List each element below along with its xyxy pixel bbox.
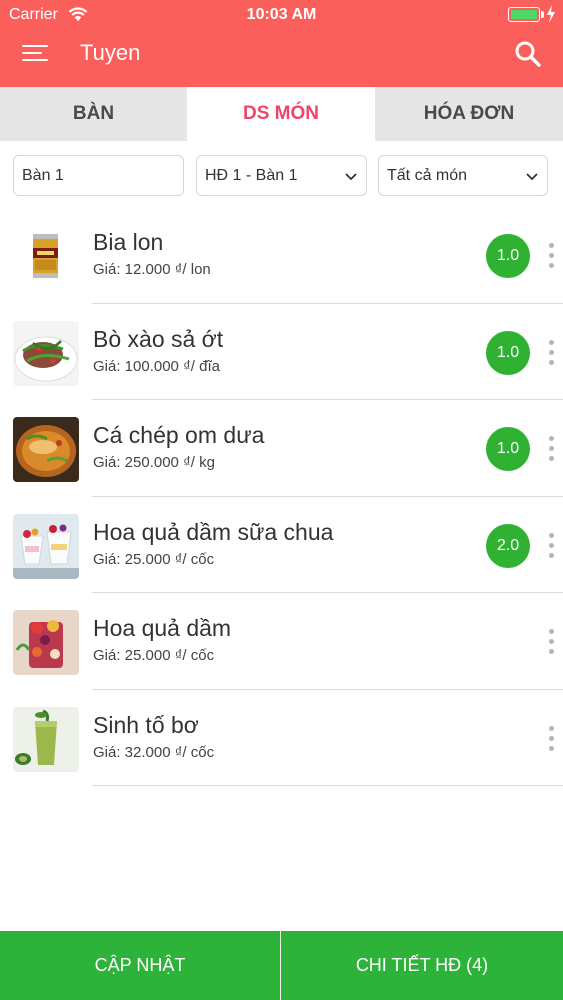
search-icon[interactable] [514, 40, 542, 68]
dish-name: Cá chép om dưa [93, 422, 265, 448]
menu-icon[interactable] [22, 42, 48, 64]
page-title: Tuyen [80, 40, 141, 65]
update-button[interactable]: CẬP NHẬT [0, 931, 281, 1000]
chevron-down-icon [345, 173, 357, 181]
table-field[interactable]: Bàn 1 [13, 155, 184, 196]
category-select[interactable]: Tất cả món [378, 155, 548, 196]
list-item[interactable]: Hoa quả dầm Giá: 25.000 ₫/ cốc [0, 593, 563, 690]
list-item[interactable]: Cá chép om dưa Giá: 250.000 ₫/ kg 1.0 [0, 400, 563, 497]
list-item[interactable]: Bia lon Giá: 12.000 ₫/ lon 1.0 [0, 207, 563, 304]
tab-hoa-don[interactable]: HÓA ĐƠN [375, 87, 563, 141]
dish-name: Sinh tố bơ [93, 711, 199, 738]
dish-name: Bò xào sả ớt [93, 325, 224, 352]
status-time: 10:03 AM [246, 6, 317, 23]
dish-name: Hoa quả dầm [93, 615, 232, 641]
chevron-down-icon [526, 173, 538, 181]
battery-icon [508, 7, 540, 22]
beef-stir-fry-image [13, 320, 79, 386]
list-item[interactable]: Bò xào sả ớt Giá: 100.000 ₫/ đĩa 1.0 [0, 304, 563, 400]
avocado-smoothie-image [13, 706, 79, 772]
invoice-select-value: HĐ 1 - Bàn 1 [205, 167, 298, 184]
dish-price: Giá: 100.000 ₫/ đĩa [93, 357, 220, 375]
bottom-action-bar: CẬP NHẬT CHI TIẾT HĐ (4) [0, 931, 563, 1000]
dish-price: Giá: 250.000 ₫/ kg [93, 454, 215, 471]
more-options-icon[interactable] [546, 629, 558, 655]
tab-ban[interactable]: BÀN [0, 87, 187, 141]
tab-bar: BÀN DS MÓN HÓA ĐƠN [0, 87, 563, 141]
dish-name: Bia lon [93, 229, 164, 255]
dish-price: Giá: 12.000 ₫/ lon [93, 261, 211, 278]
app-header: Carrier 10:03 AM Tuyen [0, 0, 563, 87]
filter-bar: Bàn 1 HĐ 1 - Bàn 1 Tất cả món [0, 141, 563, 207]
battery-nub [541, 11, 544, 18]
beer-can-image [13, 224, 79, 289]
quantity-badge[interactable]: 1.0 [486, 330, 530, 375]
dish-price: Giá: 25.000 ₫/ cốc [93, 550, 215, 568]
charging-icon [547, 5, 555, 23]
more-options-icon[interactable] [546, 339, 558, 366]
quantity-badge[interactable]: 1.0 [486, 234, 530, 278]
quantity-badge[interactable]: 2.0 [486, 523, 530, 568]
more-options-icon[interactable] [546, 243, 558, 269]
more-options-icon[interactable] [546, 725, 558, 752]
list-item[interactable]: Hoa quả dầm sữa chua Giá: 25.000 ₫/ cốc … [0, 497, 563, 593]
status-bar: Carrier 10:03 AM [0, 0, 563, 30]
fish-hotpot-image [13, 417, 79, 482]
more-options-icon[interactable] [546, 436, 558, 462]
dish-price: Giá: 32.000 ₫/ cốc [93, 743, 215, 761]
dish-price: Giá: 25.000 ₫/ cốc [93, 647, 215, 664]
invoice-detail-button[interactable]: CHI TIẾT HĐ (4) [281, 931, 563, 1000]
more-options-icon[interactable] [546, 532, 558, 559]
dish-name: Hoa quả dầm sữa chua [93, 518, 334, 545]
invoice-select[interactable]: HĐ 1 - Bàn 1 [196, 155, 367, 196]
fruit-cocktail-image [13, 610, 79, 675]
category-select-value: Tất cả món [387, 167, 468, 184]
quantity-badge[interactable]: 1.0 [486, 427, 530, 471]
tab-ds-mon[interactable]: DS MÓN [187, 87, 375, 141]
divider [92, 785, 563, 786]
dish-list: Bia lon Giá: 12.000 ₫/ lon 1.0 Bò xào sả… [0, 207, 563, 786]
list-item[interactable]: Sinh tố bơ Giá: 32.000 ₫/ cốc [0, 690, 563, 786]
fruit-yogurt-image [13, 513, 79, 579]
